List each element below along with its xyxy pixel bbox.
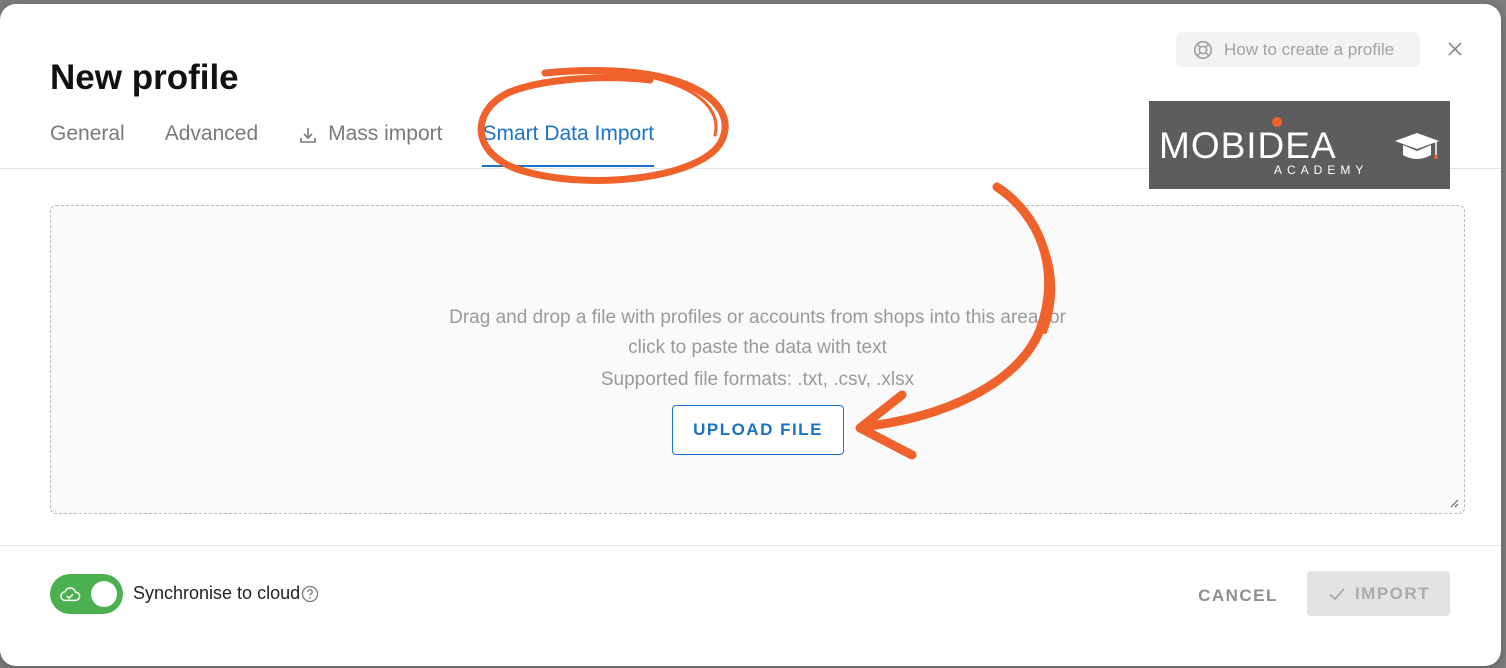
close-icon[interactable] (1445, 39, 1465, 59)
cancel-button[interactable]: CANCEL (1186, 576, 1290, 616)
mobidea-academy-logo: MOBIDEA ACADEMY (1149, 101, 1450, 189)
supported-formats: Supported file formats: .txt, .csv, .xls… (600, 369, 915, 390)
upload-file-button[interactable]: UPLOAD FILE (672, 405, 844, 455)
tab-smart-data-import-label: Smart Data Import (482, 122, 655, 145)
tab-advanced[interactable]: Advanced (165, 114, 258, 166)
tab-general[interactable]: General (50, 114, 125, 166)
tab-advanced-label: Advanced (164, 122, 259, 145)
lifebuoy-icon (1193, 40, 1213, 59)
logo-graphic: MOBIDEA ACADEMY (1159, 117, 1439, 177)
file-drop-zone[interactable]: Drag and drop a file with profiles or ac… (50, 205, 1465, 514)
new-profile-dialog: New profile How to create a profile Gene… (0, 4, 1501, 666)
drop-instructions-line1: Drag and drop a file with profiles or ac… (449, 307, 1066, 328)
dialog-title: New profile (50, 58, 239, 97)
tab-mass-import-label: Mass import (328, 122, 443, 145)
tab-smart-data-import[interactable]: Smart Data Import (482, 114, 655, 167)
question-circle-icon[interactable] (301, 585, 319, 603)
import-button-label: IMPORT (1354, 583, 1431, 603)
drop-instructions-line2: click to paste the data with text (628, 337, 887, 358)
logo-main-text: MOBIDEA (1159, 125, 1337, 166)
sync-cloud-toggle[interactable] (50, 574, 123, 614)
tab-bar: General Advanced Mass import Smart Data … (50, 114, 694, 167)
import-button[interactable]: IMPORT (1307, 571, 1450, 616)
cloud-check-icon (60, 587, 81, 602)
how-to-create-profile-button[interactable]: How to create a profile (1176, 32, 1420, 67)
resize-handle-icon[interactable] (1449, 498, 1459, 508)
graduation-cap-icon (1395, 133, 1439, 159)
footer-divider (0, 545, 1501, 546)
logo-sub-text: ACADEMY (1274, 163, 1368, 177)
help-button-label: How to create a profile (1224, 39, 1395, 59)
sync-cloud-label: Synchronise to cloud (133, 583, 301, 603)
tab-mass-import[interactable]: Mass import (298, 114, 442, 166)
check-icon (1329, 587, 1345, 600)
drop-instructions: Drag and drop a file with profiles or ac… (51, 303, 1464, 363)
tab-general-label: General (50, 122, 125, 145)
toggle-knob (91, 581, 117, 607)
download-icon (300, 128, 316, 143)
